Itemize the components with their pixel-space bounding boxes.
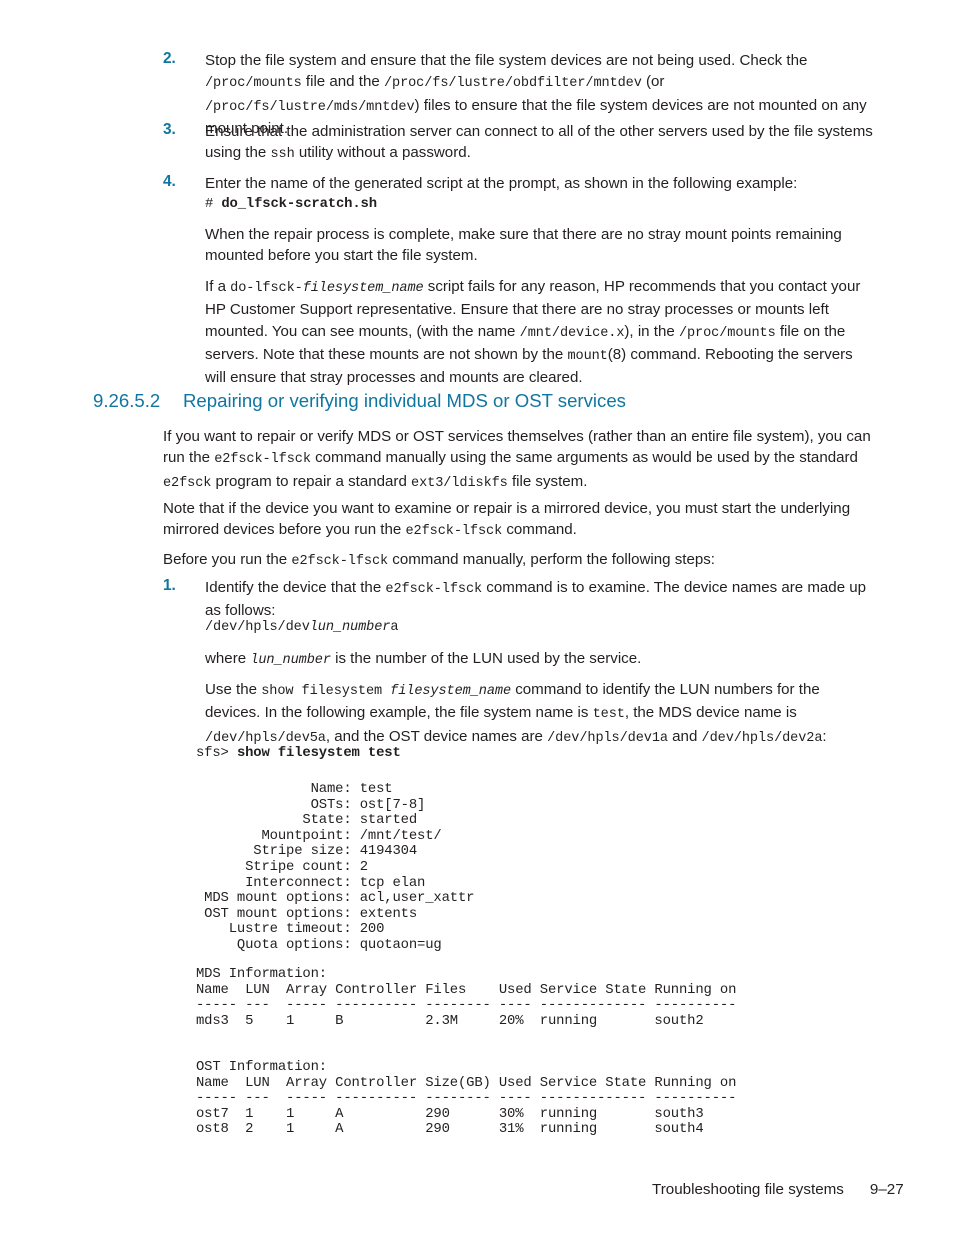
paragraph-mirrored-note: Note that if the device you want to exam… bbox=[163, 500, 851, 540]
list-number: 4. bbox=[163, 173, 176, 190]
sfs-command: show filesystem test bbox=[236, 745, 401, 761]
paragraph-use-show-filesystem: Use the show filesystem filesystem_name … bbox=[205, 681, 827, 746]
step-1-text: Identify the device that the e2fsck-lfsc… bbox=[205, 579, 867, 620]
section-number: 9.26.5.2 bbox=[93, 390, 161, 411]
list-item-step-1: 1. Identify the device that the e2fsck-l… bbox=[163, 577, 873, 622]
terminal-ost-information: OST Information: Name LUN Array Controll… bbox=[196, 1059, 737, 1138]
step-3-text: Ensure that the administration server ca… bbox=[205, 123, 873, 163]
paragraph-script-failure: If a do-lfsck-filesystem_name script fai… bbox=[205, 278, 861, 387]
terminal-filesystem-properties: Name: test OSTs: ost[7-8] State: started… bbox=[204, 781, 475, 953]
document-page: 2. Stop the file system and ensure that … bbox=[0, 0, 954, 1235]
page-footer: Troubleshooting file systems 9–27 bbox=[652, 1181, 904, 1198]
list-number: 1. bbox=[163, 577, 176, 594]
list-item-step-4: 4. Enter the name of the generated scrip… bbox=[163, 173, 873, 194]
step-4-text: Enter the name of the generated script a… bbox=[205, 175, 798, 192]
terminal-mds-information: MDS Information: Name LUN Array Controll… bbox=[196, 966, 737, 1029]
paragraph-repair-intro: If you want to repair or verify MDS or O… bbox=[163, 428, 871, 491]
list-number: 3. bbox=[163, 121, 176, 138]
section-heading: 9.26.5.2 Repairing or verifying individua… bbox=[93, 390, 626, 412]
terminal-prompt-line: sfs> show filesystem test bbox=[196, 745, 401, 762]
step-4-command-line: # do_lfsck-scratch.sh bbox=[205, 196, 377, 213]
footer-section-title: Troubleshooting file systems bbox=[652, 1181, 844, 1198]
sfs-prompt: sfs> bbox=[196, 745, 237, 761]
list-number: 2. bbox=[163, 50, 176, 67]
shell-command: do_lfsck-scratch.sh bbox=[221, 196, 377, 212]
list-item-step-3: 3. Ensure that the administration server… bbox=[163, 121, 873, 166]
device-name-pattern: /dev/hpls/devlun_numbera bbox=[205, 620, 399, 635]
paragraph-before-you-run: Before you run the e2fsck-lfsck command … bbox=[163, 551, 715, 569]
section-title: Repairing or verifying individual MDS or… bbox=[183, 390, 626, 411]
footer-page-number: 9–27 bbox=[869, 1181, 904, 1198]
paragraph-where-lun-number: where lun_number is the number of the LU… bbox=[205, 650, 642, 668]
shell-prompt: # bbox=[205, 196, 222, 212]
paragraph-repair-complete: When the repair process is complete, mak… bbox=[205, 226, 842, 265]
